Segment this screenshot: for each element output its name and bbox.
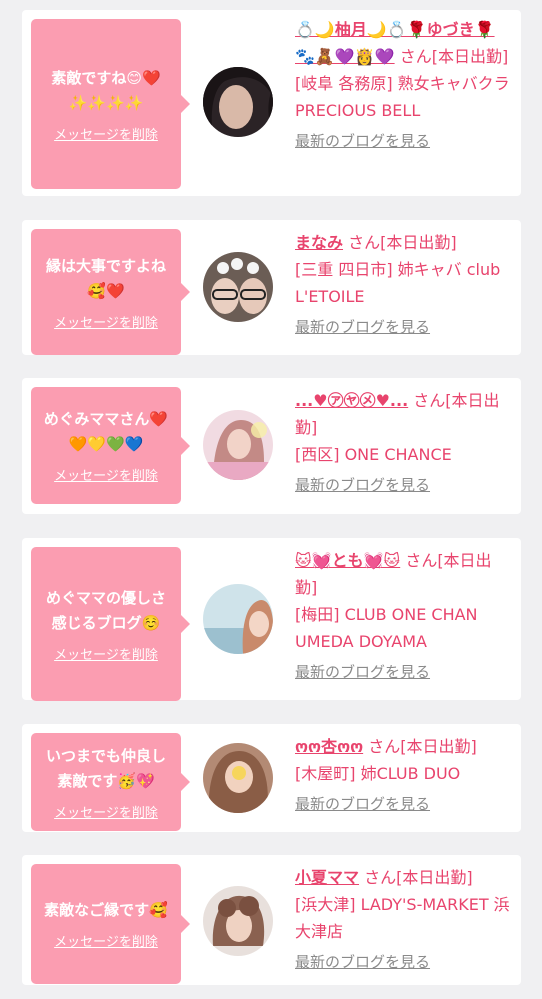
message-card: めぐママの優しさ 感じるブログ☺️ メッセージを削除 🐱💓とも💓🐱 さん[本日出…	[22, 538, 521, 701]
message-bubble: 縁は大事ですよね 🥰❤️ メッセージを削除	[31, 229, 190, 355]
avatar[interactable]	[203, 584, 273, 654]
delete-message-link[interactable]: メッセージを削除	[54, 802, 158, 821]
message-card: いつまでも仲良し 素敵です🥳💖 メッセージを削除 ოო杏ოო さん[本日出勤] …	[22, 724, 521, 832]
cast-name-link[interactable]: ოო杏ოო	[295, 737, 363, 756]
cast-status: さん[本日出勤]	[348, 233, 457, 252]
message-text: めぐみママさん❤️ 🧡💛💚💙	[43, 410, 169, 453]
cast-info: 🐱💓とも💓🐱 さん[本日出勤] [梅田] CLUB ONE CHAN UMEDA…	[295, 547, 513, 683]
delete-message-link[interactable]: メッセージを削除	[54, 644, 158, 663]
message-text: 縁は大事ですよね 🥰❤️	[45, 256, 166, 300]
latest-blog-link[interactable]: 最新のブログを見る	[295, 951, 513, 973]
message-text: 素敵ですね😊❤️ ✨✨✨✨	[51, 68, 161, 112]
avatar[interactable]	[203, 252, 273, 322]
cast-info: ...♥㋐㋳㋱♥... さん[本日出勤] [西区] ONE CHANCE 最新の…	[295, 387, 513, 496]
cast-info: ოო杏ოო さん[本日出勤] [木屋町] 姉CLUB DUO 最新のブログを見る	[295, 733, 513, 815]
avatar[interactable]	[203, 410, 273, 480]
delete-message-link[interactable]: メッセージを削除	[54, 312, 158, 331]
message-bubble: 素敵ですね😊❤️ ✨✨✨✨ メッセージを削除	[31, 19, 190, 189]
message-card: 縁は大事ですよね 🥰❤️ メッセージを削除 まなみ さん[本日出勤] [三重 四…	[22, 220, 521, 355]
message-bubble: いつまでも仲良し 素敵です🥳💖 メッセージを削除	[31, 733, 190, 831]
cast-status: さん[本日出勤]	[399, 47, 509, 66]
cast-name-link[interactable]: まなみ	[295, 233, 343, 252]
shop-info: [西区] ONE CHANCE	[295, 445, 452, 464]
latest-blog-link[interactable]: 最新のブログを見る	[295, 661, 513, 683]
message-card: めぐみママさん❤️ 🧡💛💚💙 メッセージを削除 ...♥㋐㋳㋱♥... さん[本…	[22, 378, 521, 514]
shop-info: [三重 四日市] 姉キャバ club L'ETOILE	[295, 260, 501, 306]
cast-info: 小夏ママ さん[本日出勤] [浜大津] LADY'S-MARKET 浜大津店 最…	[295, 864, 513, 973]
cast-name-link[interactable]: 小夏ママ	[295, 868, 359, 887]
shop-info: [梅田] CLUB ONE CHAN UMEDA DOYAMA	[295, 605, 478, 651]
cast-name-link[interactable]: ...♥㋐㋳㋱♥...	[295, 391, 408, 410]
message-bubble: めぐみママさん❤️ 🧡💛💚💙 メッセージを削除	[31, 387, 190, 504]
cast-info: まなみ さん[本日出勤] [三重 四日市] 姉キャバ club L'ETOILE…	[295, 229, 513, 338]
cast-info: 💍🌙柚月🌙💍🌹ゆづき🌹🐾🧸💜👸💜 さん[本日出勤] [岐阜 各務原] 熟女キャバ…	[295, 16, 513, 152]
message-card: 素敵なご縁です🥰 メッセージを削除 小夏ママ さん[本日出勤] [浜大津] LA…	[22, 855, 521, 985]
cast-name-link[interactable]: 🐱💓とも💓🐱	[295, 551, 400, 570]
message-bubble: めぐママの優しさ 感じるブログ☺️ メッセージを削除	[31, 547, 190, 701]
message-text: 素敵なご縁です🥰	[44, 901, 168, 919]
latest-blog-link[interactable]: 最新のブログを見る	[295, 316, 513, 338]
latest-blog-link[interactable]: 最新のブログを見る	[295, 130, 513, 152]
avatar[interactable]	[203, 886, 273, 956]
shop-info: [浜大津] LADY'S-MARKET 浜大津店	[295, 895, 510, 941]
avatar[interactable]	[203, 743, 273, 813]
message-text: めぐママの優しさ 感じるブログ☺️	[45, 588, 166, 632]
latest-blog-link[interactable]: 最新のブログを見る	[295, 474, 513, 496]
avatar[interactable]	[203, 67, 273, 137]
message-text: いつまでも仲良し 素敵です🥳💖	[45, 746, 166, 790]
shop-info: [岐阜 各務原] 熟女キャバクラ PRECIOUS BELL	[295, 74, 510, 120]
delete-message-link[interactable]: メッセージを削除	[54, 465, 158, 484]
cast-status: さん[本日出勤]	[364, 868, 473, 887]
cast-status: さん[本日出勤]	[368, 737, 477, 756]
delete-message-link[interactable]: メッセージを削除	[54, 931, 158, 950]
delete-message-link[interactable]: メッセージを削除	[54, 124, 158, 143]
message-bubble: 素敵なご縁です🥰 メッセージを削除	[31, 864, 190, 984]
latest-blog-link[interactable]: 最新のブログを見る	[295, 793, 513, 815]
message-card: 素敵ですね😊❤️ ✨✨✨✨ メッセージを削除 💍🌙柚月🌙💍🌹ゆづき🌹🐾🧸💜👸💜 …	[22, 10, 521, 196]
shop-info: [木屋町] 姉CLUB DUO	[295, 764, 461, 783]
